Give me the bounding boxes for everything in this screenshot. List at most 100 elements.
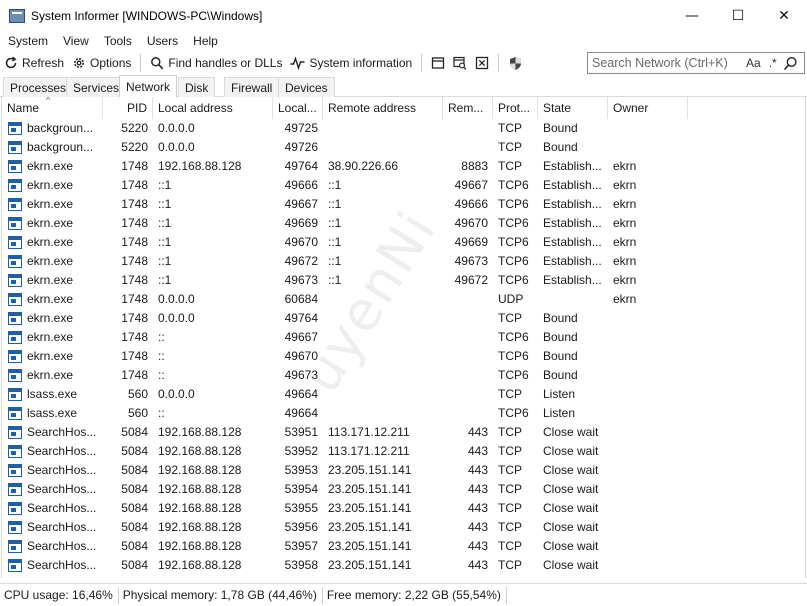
column-header-owner[interactable]: Owner	[608, 97, 688, 119]
column-header-name[interactable]: ^ Name	[2, 97, 103, 119]
menu-help[interactable]: Help	[185, 34, 225, 48]
close-button[interactable]: ✕	[761, 0, 807, 31]
menu-bar: System View Tools Users Help	[0, 31, 807, 51]
column-header-local-address[interactable]: Local address	[153, 97, 273, 119]
cell-rport: 49670	[454, 216, 488, 230]
column-header-remote-port[interactable]: Rem...	[443, 97, 493, 119]
system-information-button[interactable]: System information	[286, 52, 416, 74]
match-case-toggle[interactable]: Aa	[746, 56, 761, 70]
search-button[interactable]	[783, 56, 798, 71]
column-header-state[interactable]: State	[538, 97, 608, 119]
search-input[interactable]	[588, 56, 738, 70]
find-handles-button[interactable]: Find handles or DLLs	[146, 52, 286, 74]
cell-laddr: 192.168.88.128	[158, 520, 242, 534]
table-row[interactable]: ekrn.exe 1748::1 49672::1 49673 TCP6 Establis…	[2, 252, 805, 271]
table-row[interactable]: SearchHos... 5084 192.168.88.128 53954 23.20…	[2, 480, 805, 499]
find-window-button[interactable]	[449, 52, 471, 74]
table-row[interactable]: SearchHos... 5084 192.168.88.128 53957 23.20…	[2, 537, 805, 556]
cell-lport: 49764	[284, 159, 318, 173]
cell-lport: 49725	[284, 121, 318, 135]
minimize-button[interactable]: —	[669, 0, 715, 31]
cell-proto: TCP	[498, 140, 522, 154]
process-icon	[8, 331, 22, 344]
tab-devices[interactable]: Devices	[278, 77, 335, 97]
table-row[interactable]: ekrn.exe 1748:: 49667 TCP6 Bound	[2, 328, 805, 347]
cell-raddr: ::1	[328, 178, 342, 192]
refresh-button[interactable]: Refresh	[0, 52, 68, 74]
tab-network[interactable]: Network	[119, 75, 178, 97]
cell-state: Establish...	[543, 178, 602, 192]
cell-raddr: 23.205.151.141	[328, 539, 412, 553]
menu-tools[interactable]: Tools	[96, 34, 139, 48]
column-header-remote-address[interactable]: Remote address	[323, 97, 443, 119]
window-icon-button[interactable]	[427, 52, 449, 74]
maximize-button[interactable]: ☐	[715, 0, 761, 31]
process-icon	[8, 407, 22, 420]
window-icon	[432, 57, 445, 69]
cell-owner	[608, 404, 688, 423]
cell-rport: 443	[467, 539, 488, 553]
table-row[interactable]: SearchHos... 5084 192.168.88.128 53953 23.20…	[2, 461, 805, 480]
cell-raddr: 38.90.226.66	[328, 159, 399, 173]
cell-proto: TCP6	[498, 254, 529, 268]
cell-proto: TCP	[498, 425, 522, 439]
tab-firewall[interactable]: Firewall	[224, 77, 280, 97]
table-row[interactable]: ekrn.exe 1748 192.168.88.128 49764 38.90.226…	[2, 157, 805, 176]
cell-rport	[443, 404, 493, 423]
cell-owner: ekrn	[613, 178, 637, 192]
process-icon	[8, 122, 22, 135]
tab-services[interactable]: Services	[66, 77, 127, 97]
cell-rport: 49672	[454, 273, 488, 287]
regex-toggle[interactable]: .*	[769, 56, 777, 70]
cell-lport: 49664	[284, 406, 318, 420]
cell-raddr: 23.205.151.141	[328, 463, 412, 477]
table-row[interactable]: ekrn.exe 1748 0.0.0.0 60684 UDP ekrn	[2, 290, 805, 309]
cell-pid: 560	[127, 406, 148, 420]
toolbar-separator	[421, 54, 423, 72]
cell-name: ekrn.exe	[27, 368, 74, 382]
table-row[interactable]: SearchHos... 5084 192.168.88.128 53951 113.1…	[2, 423, 805, 442]
tab-disk[interactable]: Disk	[178, 77, 216, 97]
cell-proto: TCP	[498, 539, 522, 553]
menu-users[interactable]: Users	[139, 34, 185, 48]
cell-owner: ekrn	[613, 273, 637, 287]
table-row[interactable]: lsass.exe 560:: 49664 TCP6 Listen	[2, 404, 805, 423]
table-row[interactable]: backgroun... 5220 0.0.0.0 49725 TCP Bound	[2, 119, 805, 138]
table-row[interactable]: ekrn.exe 1748::1 49673::1 49672 TCP6 Establis…	[2, 271, 805, 290]
cell-rport: 443	[467, 444, 488, 458]
options-label: Options	[90, 56, 132, 70]
table-row[interactable]: lsass.exe 560 0.0.0.0 49664 TCP Listen	[2, 385, 805, 404]
table-row[interactable]: SearchHos... 5084 192.168.88.128 53958 23.20…	[2, 556, 805, 575]
column-header-protocol[interactable]: Prot...	[493, 97, 538, 119]
column-header-pid[interactable]: PID	[103, 97, 153, 119]
cell-laddr: ::	[158, 349, 165, 363]
cell-name: ekrn.exe	[27, 235, 74, 249]
table-row[interactable]: SearchHos... 5084 192.168.88.128 53952 113.1…	[2, 442, 805, 461]
column-header-local-port[interactable]: Local...	[273, 97, 323, 119]
table-row[interactable]: ekrn.exe 1748::1 49670::1 49669 TCP6 Establis…	[2, 233, 805, 252]
options-button[interactable]: Options	[68, 52, 135, 74]
cell-laddr: 192.168.88.128	[158, 501, 242, 515]
cell-name: backgroun...	[27, 140, 94, 154]
table-row[interactable]: ekrn.exe 1748:: 49670 TCP6 Bound	[2, 347, 805, 366]
table-row[interactable]: backgroun... 5220 0.0.0.0 49726 TCP Bound	[2, 138, 805, 157]
menu-system[interactable]: System	[0, 34, 55, 48]
close-window-button[interactable]	[471, 52, 493, 74]
table-row[interactable]: ekrn.exe 1748::1 49666::1 49667 TCP6 Establis…	[2, 176, 805, 195]
cell-owner: ekrn	[613, 254, 637, 268]
title-bar: System Informer [WINDOWS-PC\Windows] — ☐…	[0, 0, 807, 31]
tab-processes[interactable]: Processes	[3, 77, 74, 97]
table-row[interactable]: ekrn.exe 1748:: 49673 TCP6 Bound	[2, 366, 805, 385]
table-row[interactable]: SearchHos... 5084 192.168.88.128 53955 23.20…	[2, 499, 805, 518]
table-row[interactable]: ekrn.exe 1748::1 49669::1 49670 TCP6 Establis…	[2, 214, 805, 233]
process-icon	[8, 464, 22, 477]
cell-name: lsass.exe	[27, 387, 78, 401]
table-row[interactable]: SearchHos... 5084 192.168.88.128 53956 23.20…	[2, 518, 805, 537]
process-icon	[8, 559, 22, 572]
cell-laddr: ::	[158, 406, 165, 420]
table-row[interactable]: ekrn.exe 1748 0.0.0.0 49764 TCP Bound	[2, 309, 805, 328]
menu-view[interactable]: View	[55, 34, 96, 48]
cell-name: ekrn.exe	[27, 254, 74, 268]
table-row[interactable]: ekrn.exe 1748::1 49667::1 49666 TCP6 Establis…	[2, 195, 805, 214]
shield-button[interactable]	[504, 52, 526, 74]
